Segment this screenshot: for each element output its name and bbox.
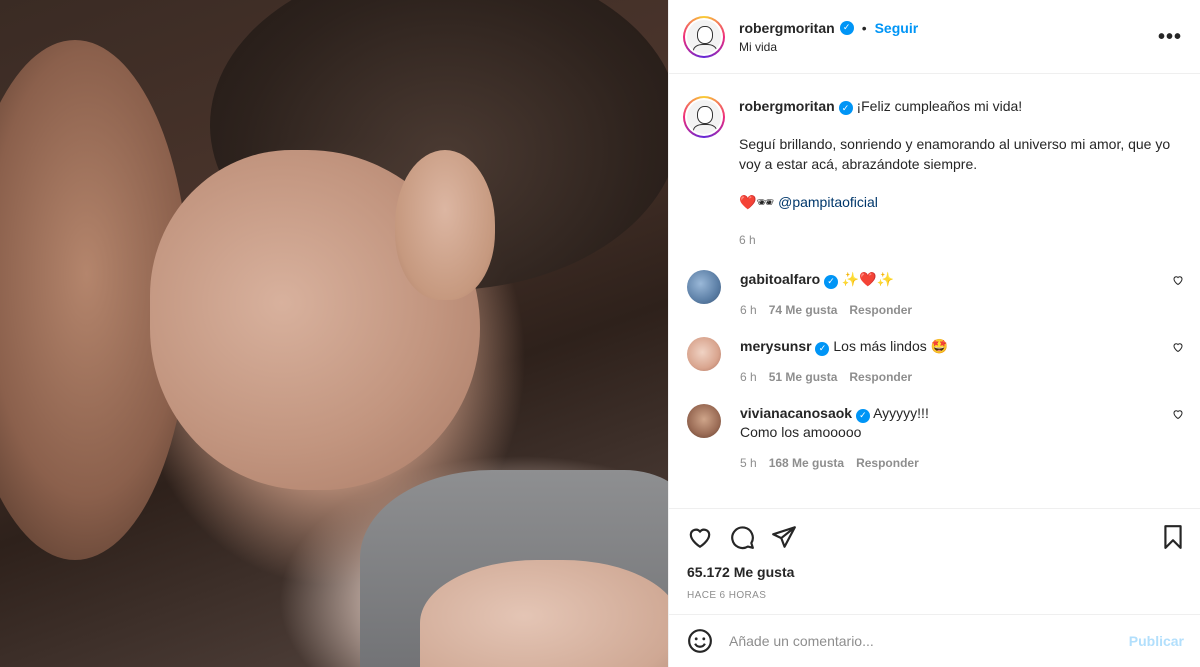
comment-likes[interactable]: 74 Me gusta: [769, 303, 838, 317]
post-side-panel: robergmoritan ✓ • Seguir Mi vida ••• rob…: [668, 0, 1200, 667]
caption-username[interactable]: robergmoritan: [739, 98, 835, 114]
more-icon[interactable]: •••: [1158, 26, 1182, 49]
comment-heart-icon[interactable]: [1172, 274, 1184, 286]
caption: robergmoritan ✓ ¡Feliz cumpleaños mi vid…: [683, 96, 1184, 250]
comment-likes[interactable]: 51 Me gusta: [769, 370, 838, 384]
comment-reply-button[interactable]: Responder: [856, 456, 919, 470]
emoji-icon[interactable]: [687, 628, 713, 654]
comment-username[interactable]: vivianacanosaok: [740, 405, 852, 421]
caption-time: 6 h: [739, 233, 756, 247]
photo-hand-shape: [420, 560, 668, 667]
comment-text-line-2: Como los amooooo: [740, 424, 862, 440]
verified-icon: ✓: [855, 408, 870, 423]
verified-icon: ✓: [839, 20, 854, 35]
comment-time: 6 h: [740, 370, 757, 384]
author-username[interactable]: robergmoritan: [739, 20, 835, 36]
caption-avatar[interactable]: [683, 96, 725, 138]
comment-reply-button[interactable]: Responder: [849, 370, 912, 384]
comment-text: Los más lindos 🤩: [833, 338, 949, 354]
likes-count[interactable]: 65.172 Me gusta: [669, 564, 1200, 586]
comment-avatar[interactable]: [687, 337, 721, 371]
add-comment-bar: Publicar: [669, 614, 1200, 667]
bookmark-icon[interactable]: [1160, 524, 1186, 550]
caption-mention-link[interactable]: @pampitaoficial: [778, 194, 878, 210]
instagram-post-view: robergmoritan ✓ • Seguir Mi vida ••• rob…: [0, 0, 1200, 667]
caption-body: Seguí brillando, sonriendo y enamorando …: [739, 136, 1171, 172]
caption-emoji: ❤️🕶: [739, 194, 775, 210]
comment-input[interactable]: [729, 633, 1129, 649]
verified-icon: ✓: [838, 101, 853, 115]
avatar-picture: [687, 19, 721, 54]
comment-reply-button[interactable]: Responder: [849, 303, 912, 317]
comment-item: vivianacanosaok ✓ Ayyyyy!!! Como los amo…: [683, 404, 1184, 470]
author-avatar[interactable]: [683, 15, 725, 58]
comment-likes[interactable]: 168 Me gusta: [769, 456, 844, 470]
comment-username[interactable]: merysunsr: [740, 338, 812, 354]
comment-heart-icon[interactable]: [1172, 341, 1184, 353]
publish-button[interactable]: Publicar: [1129, 633, 1184, 649]
comment-avatar[interactable]: [687, 270, 721, 304]
comment-username[interactable]: gabitoalfaro: [740, 271, 820, 287]
comment-time: 5 h: [740, 456, 757, 470]
comment-text: ✨❤️✨: [841, 271, 895, 287]
post-photo[interactable]: [0, 0, 668, 667]
verified-icon: ✓: [815, 341, 830, 356]
comment-avatar[interactable]: [687, 404, 721, 438]
comments-area: robergmoritan ✓ ¡Feliz cumpleaños mi vid…: [669, 74, 1200, 508]
post-timestamp: HACE 6 HORAS: [687, 590, 767, 601]
photo-ear-shape: [395, 150, 495, 300]
comment-heart-icon[interactable]: [1172, 408, 1184, 420]
comment-item: gabitoalfaro ✓ ✨❤️✨ 6 h 74 Me gusta Resp…: [683, 270, 1184, 317]
caption-title: ¡Feliz cumpleaños mi vida!: [856, 98, 1023, 114]
post-location[interactable]: Mi vida: [739, 40, 918, 54]
comment-text: Ayyyyy!!!: [873, 405, 929, 421]
heart-icon[interactable]: [687, 524, 713, 550]
comment-item: merysunsr ✓ Los más lindos 🤩 6 h 51 Me g…: [683, 337, 1184, 384]
post-header: robergmoritan ✓ • Seguir Mi vida •••: [669, 0, 1200, 74]
verified-icon: ✓: [824, 274, 839, 289]
comment-icon[interactable]: [729, 524, 755, 550]
follow-button[interactable]: Seguir: [875, 20, 919, 36]
share-icon[interactable]: [771, 524, 797, 550]
comment-time: 6 h: [740, 303, 757, 317]
separator-dot: •: [861, 19, 867, 36]
action-bar: [669, 508, 1200, 564]
